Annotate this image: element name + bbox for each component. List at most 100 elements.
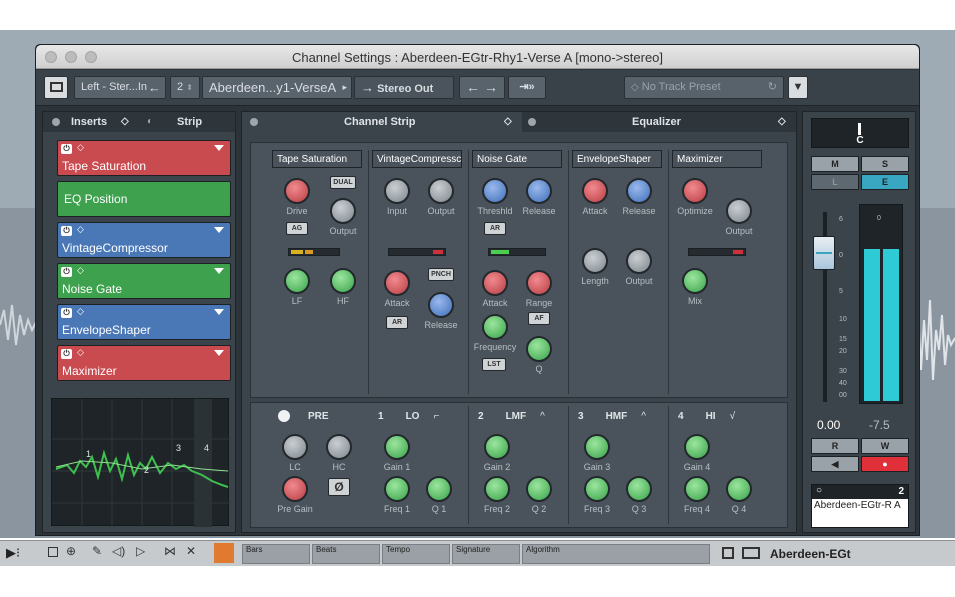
knob-eq[interactable] [426, 476, 452, 502]
knob-gate-attack[interactable] [482, 270, 508, 296]
chevron-down-icon[interactable] [214, 309, 224, 315]
eq-band-header[interactable]: 2 LMF ^ [478, 411, 545, 422]
knob-drive[interactable] [284, 178, 310, 204]
knob-eq[interactable] [484, 476, 510, 502]
eq-band-header[interactable]: 1 LO ⌐ [378, 411, 439, 422]
knob-eq[interactable] [526, 476, 552, 502]
knob-comp-output[interactable] [428, 178, 454, 204]
knob-range[interactable] [526, 270, 552, 296]
knob-pre-gain[interactable] [282, 476, 308, 502]
nav-arrows[interactable]: ← → [459, 76, 505, 99]
listen-button[interactable]: L [811, 174, 859, 190]
next-channel-icon[interactable]: → [484, 79, 498, 95]
eq-filter-shape-icon[interactable]: ⌐ [433, 411, 439, 422]
knob-eq[interactable] [384, 476, 410, 502]
power-icon[interactable]: ⏻ [61, 308, 72, 318]
zoom-tool-icon[interactable]: ⊕ [66, 544, 76, 558]
insert-slot[interactable]: ⏻ ◇ EnvelopeShaper [57, 304, 231, 340]
eq-filter-shape-icon[interactable]: ^ [540, 411, 545, 422]
dual-button[interactable]: DUAL [330, 176, 356, 189]
track-name[interactable]: Aberdeen-EGt [770, 547, 851, 561]
knob-hf[interactable] [330, 268, 356, 294]
tool-range-icon[interactable] [48, 547, 58, 557]
knob-max-output[interactable] [726, 198, 752, 224]
power-icon[interactable]: ⏻ [61, 349, 72, 359]
play-tool-icon[interactable]: ▷ [136, 544, 145, 558]
layout-toggle-button[interactable] [44, 76, 68, 99]
sync-view-button[interactable]: ⇥» [508, 76, 546, 99]
tab-equalizer-header[interactable]: Equalizer ◇ [522, 112, 796, 132]
peak-value[interactable]: -7.5 [869, 418, 890, 432]
knob-comp-release[interactable] [428, 292, 454, 318]
module-noise-gate-title[interactable]: Noise Gate [472, 150, 562, 168]
knob-input[interactable] [384, 178, 410, 204]
insert-slot[interactable]: ⏻ ◇ VintageCompressor [57, 222, 231, 258]
eq-band-header[interactable]: 3 HMF ^ [578, 411, 646, 422]
eq-bypass-icon[interactable] [528, 118, 536, 126]
knob-optimize[interactable] [682, 178, 708, 204]
knob-eq[interactable] [584, 434, 610, 460]
knob-eq[interactable] [684, 476, 710, 502]
signature-field[interactable]: Signature [452, 544, 520, 564]
mute-button[interactable]: M [811, 156, 859, 172]
curve-point-1[interactable]: 1 [86, 449, 91, 459]
knob-eq[interactable] [626, 476, 652, 502]
eq-diamond-icon[interactable]: ◇ [778, 112, 786, 132]
knob-eq[interactable] [584, 476, 610, 502]
output-routing-selector[interactable]: → Stereo Out [354, 76, 454, 99]
knob-env-attack[interactable] [582, 178, 608, 204]
channel-name-field[interactable]: Aberdeen...y1-VerseA ▸ [202, 76, 352, 99]
tab-channel-strip[interactable]: Channel Strip [344, 112, 416, 132]
track-preset-selector[interactable]: ◇ No Track Preset ↻ [624, 76, 784, 99]
knob-eq[interactable] [384, 434, 410, 460]
chevron-down-icon[interactable] [214, 268, 224, 274]
knob-gate-release[interactable] [526, 178, 552, 204]
strip-bypass-icon[interactable] [250, 118, 258, 126]
read-button[interactable]: R [811, 438, 859, 454]
color-tool-icon[interactable] [214, 543, 234, 563]
eq-band-header[interactable]: 4 HI √ [678, 411, 735, 422]
module-maximizer-title[interactable]: Maximizer [672, 150, 762, 168]
solo-button[interactable]: S [861, 156, 909, 172]
bars-field[interactable]: Bars [242, 544, 310, 564]
knob-frequency[interactable] [482, 314, 508, 340]
chevron-down-icon[interactable] [214, 145, 224, 151]
knob-mix[interactable] [682, 268, 708, 294]
ag-button[interactable]: AG [286, 222, 308, 235]
module-tape-saturation-title[interactable]: Tape Saturation [272, 150, 362, 168]
speaker-tool-icon[interactable]: ◁) [112, 544, 125, 558]
preset-menu-button[interactable]: ▼ [788, 76, 808, 99]
knob-lc[interactable] [282, 434, 308, 460]
channel-name-plate[interactable]: ○ 2 Aberdeen-EGtr-R A [811, 484, 909, 528]
inserts-power-icon[interactable] [52, 118, 60, 126]
edit-diamond-icon[interactable]: ◇ [77, 224, 84, 235]
eq-filter-shape-icon[interactable]: √ [730, 411, 736, 422]
record-enable-button[interactable]: ● [861, 456, 909, 472]
window-titlebar[interactable]: Channel Settings : Aberdeen-EGtr-Rhy1-Ve… [36, 45, 919, 69]
monitor-button[interactable]: ◀ [811, 456, 859, 472]
curve-point-3[interactable]: 3 [176, 443, 181, 453]
knob-threshold[interactable] [482, 178, 508, 204]
knob-env-output[interactable] [626, 248, 652, 274]
pre-bypass-icon[interactable] [278, 410, 290, 422]
insert-slot[interactable]: EQ Position [57, 181, 231, 217]
volume-fader-handle[interactable] [813, 236, 835, 270]
curve-point-2[interactable]: 2 [144, 465, 149, 475]
edit-diamond-icon[interactable]: ◇ [77, 347, 84, 358]
module-envelope-shaper-title[interactable]: EnvelopeShaper [572, 150, 662, 168]
beats-field[interactable]: Beats [312, 544, 380, 564]
edit-diamond-icon[interactable]: ◇ [77, 306, 84, 317]
knob-eq[interactable] [484, 434, 510, 460]
knob-comp-attack[interactable] [384, 270, 410, 296]
phase-invert-button[interactable]: Ø [328, 478, 350, 496]
tool-select-icon[interactable]: ▶⁝ [6, 545, 20, 561]
knob-gate-q[interactable] [526, 336, 552, 362]
write-button[interactable]: W [861, 438, 909, 454]
tab-strip[interactable]: Strip [177, 112, 202, 132]
channel-number-field[interactable]: 2 ⬍ [170, 76, 200, 99]
curve-point-4[interactable]: 4 [204, 443, 209, 453]
af-button[interactable]: AF [528, 312, 550, 325]
insert-slot[interactable]: ⏻ ◇ Maximizer [57, 345, 231, 381]
knob-lf[interactable] [284, 268, 310, 294]
lst-button[interactable]: LST [482, 358, 506, 371]
